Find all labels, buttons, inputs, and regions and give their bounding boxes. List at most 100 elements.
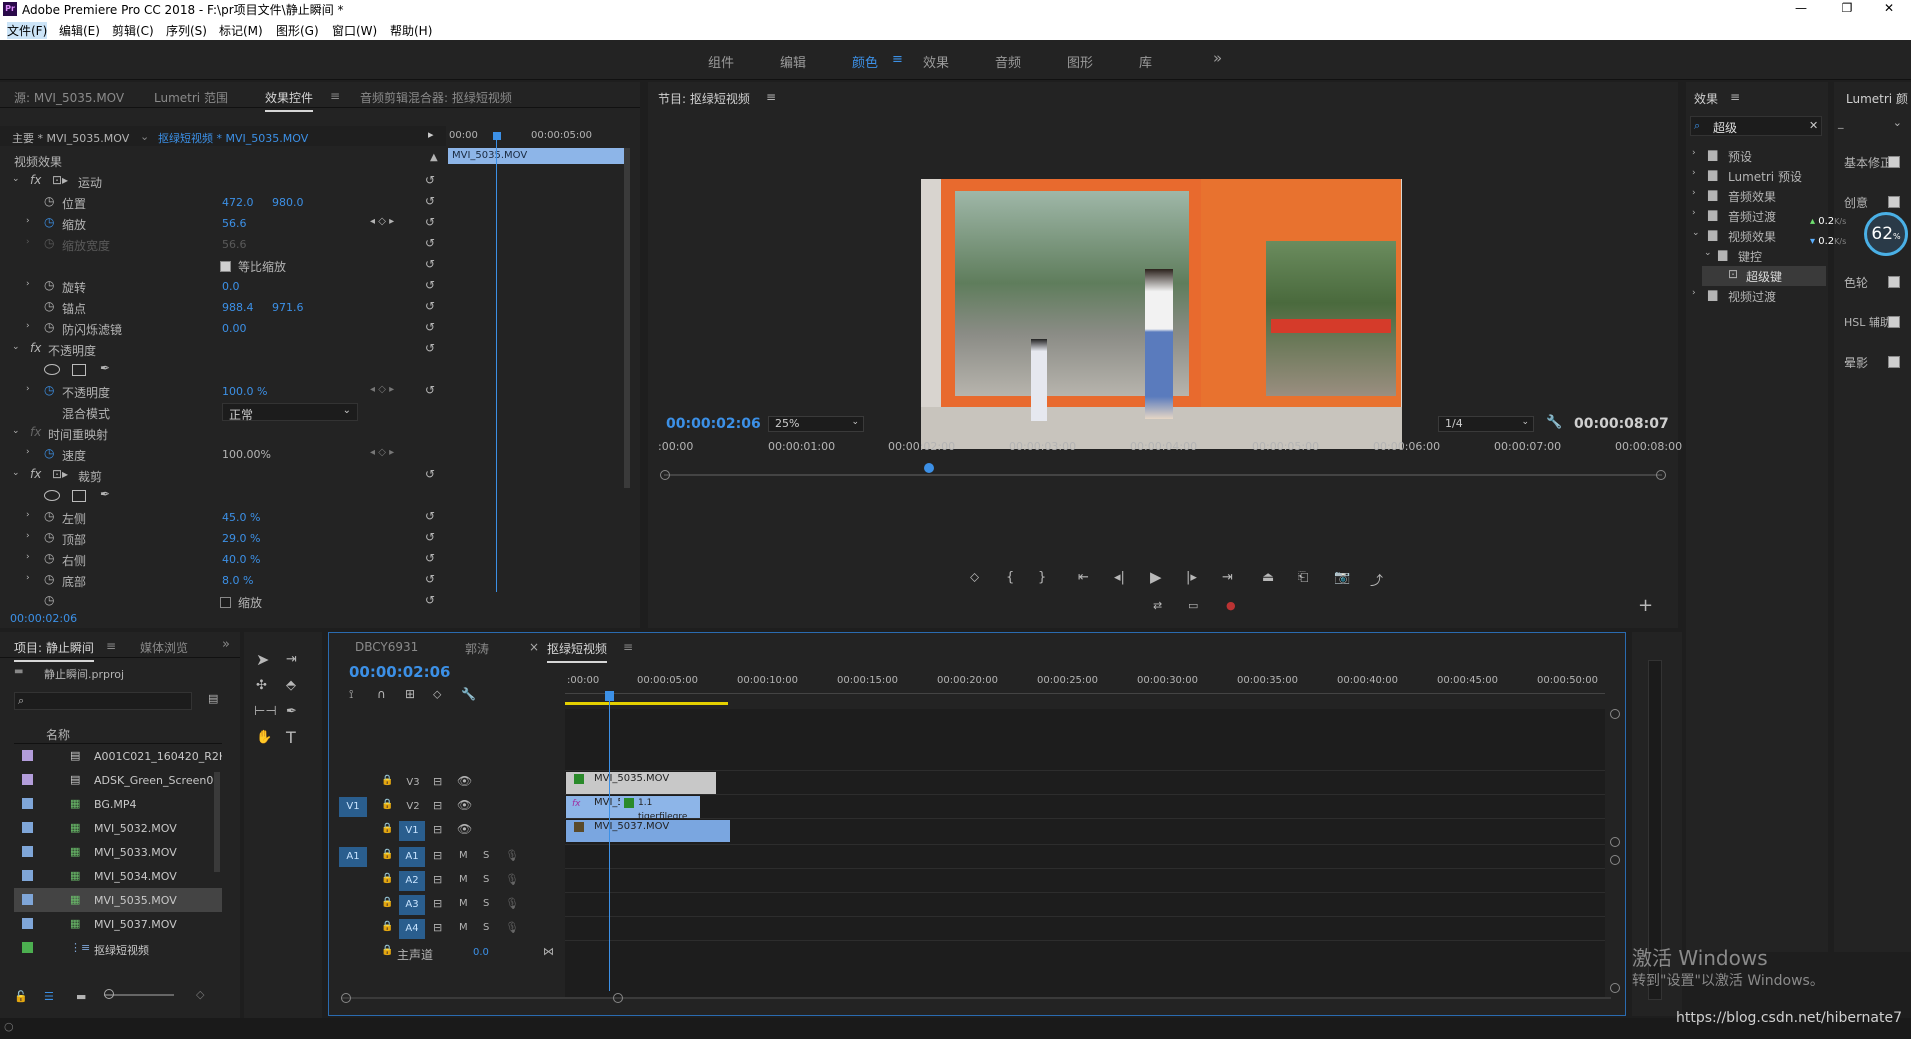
list-item[interactable]: ▦ MVI_5037.MOV (14, 912, 222, 936)
prop-rotation-row[interactable]: › ◷ 旋转 0.0 ↺ (0, 276, 446, 297)
project-column-header[interactable]: 名称 (14, 722, 222, 744)
razor-tool-icon[interactable]: ⬘ (286, 678, 296, 693)
workspace-editing[interactable]: 编辑 (780, 52, 806, 71)
prop-speed-row[interactable]: › ◷ 速度 100.00% ◂ ◇ ▸ (0, 444, 446, 465)
project-scrollbar[interactable] (214, 772, 220, 872)
sync-lock-icon[interactable]: ⊟ (433, 897, 442, 910)
prop-uniform-scale-row[interactable]: 等比缩放 ↺ (0, 255, 446, 276)
tab-lumetri-scopes[interactable]: Lumetri 范围 (154, 89, 228, 106)
zoom-handle-left[interactable] (660, 470, 670, 480)
workspace-audio[interactable]: 音频 (995, 52, 1021, 71)
crop-right-value[interactable]: 40.0 % (222, 553, 260, 566)
stopwatch-icon[interactable]: ◷ (44, 551, 54, 565)
effects-search-value[interactable]: 超级 (1713, 119, 1737, 136)
expand-arrow-icon[interactable]: › (26, 531, 30, 541)
ec-timecode[interactable]: 00:00:02:06 (10, 612, 77, 625)
list-view-icon[interactable]: ☰ (44, 990, 54, 1003)
program-title[interactable]: 节目: 抠绿短视频 (658, 90, 750, 107)
ripple-edit-tool-icon[interactable]: ✣ (256, 678, 267, 693)
expand-arrow-icon[interactable]: › (26, 279, 30, 289)
section-checkbox[interactable] (1888, 276, 1900, 288)
cpu-usage-gauge[interactable]: 62% (1864, 212, 1908, 256)
fx-icon[interactable]: fx (30, 341, 41, 355)
list-item[interactable]: ▤ ADSK_Green_Screen00 (14, 768, 222, 792)
clip-v2b[interactable]: 1.1 tigerfilegre (620, 796, 700, 822)
lock-icon[interactable]: 🔒 (381, 873, 393, 884)
anchor-x-value[interactable]: 988.4 (222, 301, 254, 314)
timeline-playhead[interactable] (609, 691, 610, 991)
workspace-menu-icon[interactable]: ≡ (892, 52, 903, 67)
stopwatch-icon[interactable]: ◷ (44, 299, 54, 313)
type-tool-icon[interactable]: T (286, 728, 296, 747)
lock-icon[interactable]: 🔒 (381, 945, 393, 956)
v-scroll-handle-top[interactable] (1610, 709, 1620, 719)
sync-lock-icon[interactable]: ⊟ (433, 823, 442, 836)
selection-tool-icon[interactable]: ➤ (256, 650, 269, 669)
reset-icon[interactable]: ↺ (425, 593, 435, 607)
reset-icon[interactable]: ↺ (425, 509, 435, 523)
menu-graphics[interactable]: 图形(G) (276, 22, 319, 39)
list-item[interactable]: ▦ MVI_5032.MOV (14, 816, 222, 840)
thumbnail-size-slider[interactable] (104, 994, 174, 996)
workspace-color[interactable]: 颜色 (852, 52, 878, 71)
zoom-select[interactable]: 25% ⌄ (768, 416, 864, 432)
menu-help[interactable]: 帮助(H) (390, 22, 432, 39)
eye-icon[interactable]: 👁 (457, 774, 472, 788)
menu-file[interactable]: 文件(F) (7, 22, 48, 39)
clip-v3[interactable]: MVI_5035.MOV (566, 772, 716, 794)
tree-item-audio-effects[interactable]: › ▆ 音频效果 (1690, 186, 1828, 206)
tree-item-video-transitions[interactable]: › ▆ 视频过渡 (1690, 286, 1828, 306)
time-remap-effect-row[interactable]: ⌄ fx 时间重映射 (0, 423, 446, 444)
timeline-settings-wrench-icon[interactable]: 🔧 (461, 687, 476, 701)
sort-icon[interactable]: ◇ (196, 988, 204, 1001)
stopwatch-active-icon[interactable]: ◷ (44, 215, 54, 229)
effects-title[interactable]: 效果 (1694, 90, 1718, 107)
solo-button[interactable]: S (483, 922, 489, 933)
stopwatch-icon[interactable]: ◷ (44, 530, 54, 544)
expand-arrow-icon[interactable]: › (26, 573, 30, 583)
sync-lock-icon[interactable]: ⊟ (433, 921, 442, 934)
sync-lock-icon[interactable]: ⊟ (433, 799, 442, 812)
stopwatch-icon[interactable]: ◷ (44, 320, 54, 334)
section-checkbox[interactable] (1888, 316, 1900, 328)
lock-icon[interactable]: 🔒 (381, 823, 393, 834)
lock-icon[interactable]: 🔒 (381, 775, 393, 786)
lock-icon[interactable]: 🔒 (381, 897, 393, 908)
go-to-in-icon[interactable]: ⇤ (1078, 570, 1089, 585)
menu-edit[interactable]: 编辑(E) (59, 22, 100, 39)
prop-opacity-row[interactable]: › ◷ 不透明度 100.0 % ◂ ◇ ▸ ↺ (0, 381, 446, 402)
stopwatch-icon[interactable]: ◷ (44, 509, 54, 523)
track-label-a2[interactable]: A2 (399, 871, 425, 891)
quality-select[interactable]: 1/4 ⌄ (1438, 416, 1534, 432)
list-item[interactable]: ▦ MVI_5035.MOV (14, 888, 222, 912)
linked-selection-icon[interactable]: ⊞ (405, 687, 415, 701)
rotation-value[interactable]: 0.0 (222, 280, 240, 293)
tab-menu-icon[interactable]: ≡ (330, 89, 340, 103)
workspace-libraries[interactable]: 库 (1139, 52, 1152, 71)
ellipse-mask-icon[interactable] (44, 364, 60, 375)
list-item[interactable]: ▦ MVI_5033.MOV (14, 840, 222, 864)
fx-icon[interactable]: fx (30, 467, 41, 481)
crop-zoom-checkbox[interactable] (220, 595, 231, 609)
ec-playhead-head[interactable] (493, 132, 501, 140)
sync-lock-icon[interactable]: ⊟ (433, 849, 442, 862)
tab-project-menu-icon[interactable]: ≡ (106, 639, 116, 653)
program-scrub-bar[interactable] (664, 474, 1662, 476)
track-area[interactable] (565, 709, 1605, 999)
expand-arrow-icon[interactable]: › (26, 447, 30, 457)
transform-icon[interactable]: ⊡▸ (52, 467, 68, 481)
stopwatch-icon[interactable]: ◷ (44, 278, 54, 292)
mic-icon[interactable]: 🎙 (505, 921, 519, 934)
menu-sequence[interactable]: 序列(S) (166, 22, 207, 39)
reset-icon[interactable]: ↺ (425, 383, 435, 397)
mark-in-icon[interactable]: { (1006, 570, 1014, 585)
prop-scale-row[interactable]: › ◷ 缩放 56.6 ◂ ◇ ▸ ↺ (0, 213, 446, 234)
source-patch-a1[interactable]: A1 (339, 847, 367, 867)
zoom-handle-right[interactable] (1656, 470, 1666, 480)
opacity-value[interactable]: 100.0 % (222, 385, 267, 398)
button-editor-icon[interactable]: ⇄ (1153, 599, 1162, 612)
comparison-view-icon[interactable]: ⤴ (1370, 570, 1383, 589)
rect-mask-icon[interactable] (72, 490, 86, 502)
tab-sequence-lvping[interactable]: 抠绿短视频 (547, 640, 608, 663)
lumetri-section-creative[interactable]: 创意 (1844, 194, 1908, 214)
